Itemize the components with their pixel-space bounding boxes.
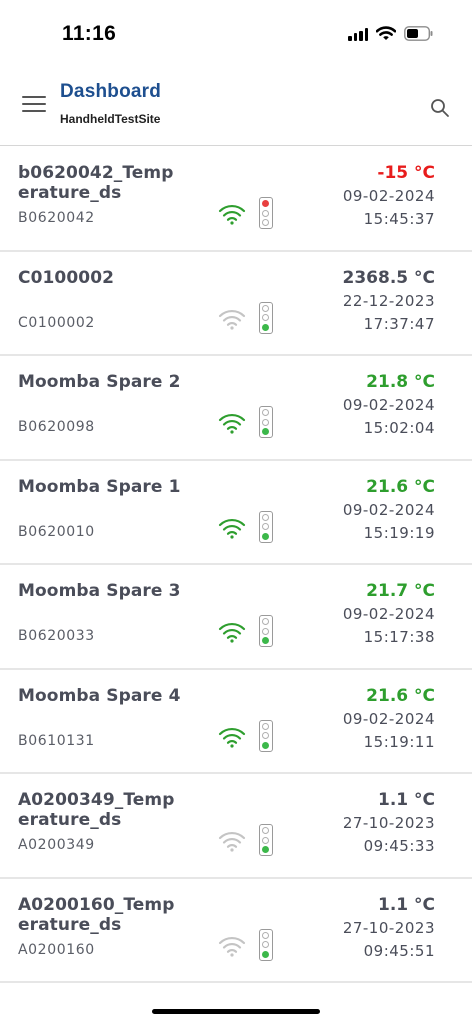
device-row[interactable]: A0200349_Temperature_ds A0200349 1.1 °C … <box>0 774 472 879</box>
reading-date: 09-02-2024 <box>342 709 435 728</box>
reading-time: 17:37:47 <box>363 314 435 333</box>
battery-icon <box>404 26 433 41</box>
traffic-light-icon <box>259 719 273 752</box>
temperature-value: 21.7 °C <box>366 581 435 601</box>
page-title: Dashboard <box>60 81 162 102</box>
device-name: A0200349_Temperature_ds <box>18 790 175 830</box>
home-indicator <box>152 1009 320 1014</box>
temperature-value: 21.8 °C <box>366 372 435 392</box>
reading-time: 15:19:11 <box>363 732 435 751</box>
wifi-icon <box>218 309 246 330</box>
wifi-icon <box>218 518 246 539</box>
device-id: B0620098 <box>18 419 95 435</box>
wifi-status-icon <box>376 26 396 40</box>
reading-time: 15:19:19 <box>363 523 435 542</box>
status-time: 11:16 <box>62 22 117 45</box>
device-id: A0200160 <box>18 941 95 958</box>
device-id: B0620010 <box>18 523 95 540</box>
wifi-icon <box>218 413 246 434</box>
reading-date: 27-10-2023 <box>342 814 435 832</box>
device-id: A0200349 <box>18 837 95 853</box>
temperature-value: 21.6 °C <box>366 685 435 706</box>
device-id: C0100002 <box>18 314 95 331</box>
reading-date: 09-02-2024 <box>342 605 435 623</box>
device-name: Moomba Spare 3 <box>18 581 181 601</box>
cellular-signal-icon <box>348 27 368 41</box>
traffic-light-icon <box>259 406 273 438</box>
device-row[interactable]: Moomba Spare 2 B0620098 21.8 °C 09-02-20… <box>0 356 472 461</box>
reading-date: 27-10-2023 <box>342 918 435 937</box>
menu-icon[interactable] <box>22 96 46 114</box>
temperature-value: 21.6 °C <box>366 476 435 497</box>
temperature-value: 1.1 °C <box>377 790 435 810</box>
traffic-light-icon <box>259 510 273 543</box>
status-icons <box>348 26 434 41</box>
device-name: Moomba Spare 2 <box>18 372 181 392</box>
wifi-icon <box>218 831 246 852</box>
device-id: B0620033 <box>18 628 95 644</box>
device-name: A0200160_Temperature_ds <box>18 894 175 935</box>
wifi-icon <box>218 622 246 643</box>
traffic-light-icon <box>259 824 273 856</box>
device-name: Moomba Spare 4 <box>18 685 181 706</box>
traffic-light-icon <box>259 197 273 229</box>
reading-time: 15:02:04 <box>363 419 435 437</box>
temperature-value: 1.1 °C <box>377 894 435 915</box>
device-id: B0610131 <box>18 732 95 749</box>
reading-time: 09:45:51 <box>363 941 435 960</box>
reading-date: 09-02-2024 <box>342 500 435 519</box>
device-row[interactable]: Moomba Spare 3 B0620033 21.7 °C 09-02-20… <box>0 565 472 670</box>
device-row[interactable]: Moomba Spare 4 B0610131 21.6 °C 09-02-20… <box>0 670 472 774</box>
reading-date: 09-02-2024 <box>342 396 435 414</box>
device-id: B0620042 <box>18 210 95 226</box>
wifi-icon <box>218 204 246 225</box>
device-name: Moomba Spare 1 <box>18 476 181 497</box>
site-name: HandheldTestSite <box>60 112 161 126</box>
device-row[interactable]: Moomba Spare 1 B0620010 21.6 °C 09-02-20… <box>0 461 472 565</box>
traffic-light-icon <box>259 928 273 961</box>
traffic-light-icon <box>259 301 273 334</box>
device-row[interactable]: b0620042_Temperature_ds B0620042 -15 °C … <box>0 147 472 252</box>
reading-time: 15:17:38 <box>363 628 435 646</box>
app-header: Dashboard HandheldTestSite <box>0 70 472 146</box>
reading-time: 15:45:37 <box>363 210 435 228</box>
search-icon[interactable] <box>430 98 450 118</box>
reading-date: 09-02-2024 <box>342 187 435 205</box>
reading-time: 09:45:33 <box>363 837 435 855</box>
device-name: C0100002 <box>18 267 115 288</box>
wifi-icon <box>218 727 246 748</box>
wifi-icon <box>218 936 246 957</box>
reading-date: 22-12-2023 <box>342 291 435 310</box>
traffic-light-icon <box>259 615 273 647</box>
device-row[interactable]: A0200160_Temperature_ds A0200160 1.1 °C … <box>0 879 472 983</box>
temperature-value: -15 °C <box>377 163 435 183</box>
device-list: b0620042_Temperature_ds B0620042 -15 °C … <box>0 147 472 983</box>
device-row[interactable]: C0100002 C0100002 2368.5 °C 22-12-2023 1… <box>0 252 472 356</box>
temperature-value: 2368.5 °C <box>342 267 436 288</box>
device-name: b0620042_Temperature_ds <box>18 163 174 203</box>
status-bar: 11:16 <box>0 0 472 70</box>
